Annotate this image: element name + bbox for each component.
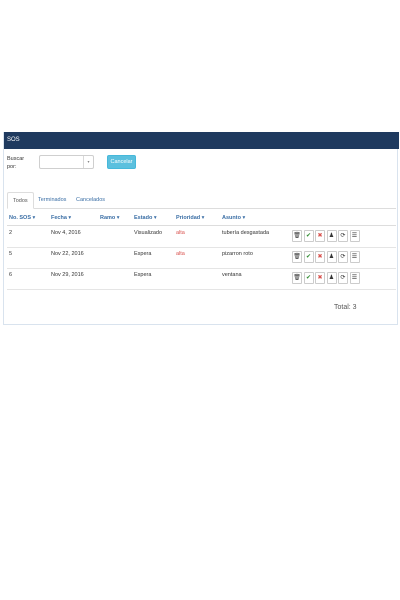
check-icon[interactable]: ✔: [303, 230, 314, 242]
cell-prioridad: alta: [176, 230, 185, 236]
check-icon[interactable]: ✔: [303, 272, 314, 284]
column-header-asunto[interactable]: Asunto ▾: [222, 215, 245, 221]
table-row: 5 Nov 22, 2016 Espera alta pizarron roto…: [7, 247, 396, 269]
cell-fecha: Nov 29, 2016: [51, 272, 84, 278]
column-header-ramo[interactable]: Ramo ▾: [100, 215, 120, 221]
table-row: 2 Nov 4, 2016 Visualizado alta tubería d…: [7, 226, 396, 248]
total-count: Total: 3: [334, 304, 357, 311]
trash-icon[interactable]: 🗑: [292, 251, 302, 263]
cell-fecha: Nov 4, 2016: [51, 230, 81, 236]
tab-todos[interactable]: Todos: [7, 192, 34, 209]
tab-terminados[interactable]: Terminados: [33, 192, 71, 208]
x-icon[interactable]: ✖: [315, 251, 325, 263]
cell-asunto: ventana: [222, 272, 242, 278]
refresh-icon[interactable]: ⟳: [338, 230, 348, 242]
list-icon[interactable]: ☰: [349, 251, 360, 263]
cell-no: 6: [9, 272, 13, 278]
tab-cancelados[interactable]: Cancelados: [71, 192, 110, 208]
tab-bar: Todos Terminados Cancelados: [7, 192, 396, 209]
column-header-fecha[interactable]: Fecha ▾: [51, 215, 71, 221]
search-select[interactable]: ▾: [39, 155, 94, 169]
refresh-icon[interactable]: ⟳: [338, 251, 348, 263]
cell-estado: Visualizado: [134, 230, 163, 236]
cell-prioridad: alta: [176, 251, 185, 257]
user-icon[interactable]: ♟: [326, 272, 337, 284]
trash-icon[interactable]: 🗑: [292, 272, 302, 284]
cell-asunto: pizarron roto: [222, 251, 253, 257]
list-icon[interactable]: ☰: [349, 272, 360, 284]
column-header-prioridad[interactable]: Prioridad ▾: [176, 215, 204, 221]
search-label: Buscar por:: [7, 156, 25, 170]
column-header-estado[interactable]: Estado ▾: [134, 215, 157, 221]
user-icon[interactable]: ♟: [326, 230, 337, 242]
user-icon[interactable]: ♟: [326, 251, 337, 263]
cell-estado: Espera: [134, 272, 152, 278]
panel-title: SOS: [4, 132, 399, 149]
x-icon[interactable]: ✖: [315, 230, 325, 242]
sos-panel: SOS Buscar por: ▾ Cancelar Todos Termina…: [3, 132, 399, 325]
table-row: 6 Nov 29, 2016 Espera ventana 🗑 ✔ ✖ ♟ ⟳ …: [7, 268, 396, 290]
cell-no: 5: [9, 251, 13, 257]
column-header-no-sos[interactable]: No. SOS ▾: [9, 215, 35, 221]
cell-fecha: Nov 22, 2016: [51, 251, 84, 257]
trash-icon[interactable]: 🗑: [292, 230, 302, 242]
cell-no: 2: [9, 230, 13, 236]
cell-estado: Espera: [134, 251, 152, 257]
refresh-icon[interactable]: ⟳: [338, 272, 348, 284]
cancel-button[interactable]: Cancelar: [107, 155, 136, 169]
list-icon[interactable]: ☰: [349, 230, 360, 242]
cell-asunto: tubería desgastada: [222, 230, 270, 236]
x-icon[interactable]: ✖: [315, 272, 325, 284]
check-icon[interactable]: ✔: [303, 251, 314, 263]
chevron-down-icon: ▾: [83, 156, 93, 168]
